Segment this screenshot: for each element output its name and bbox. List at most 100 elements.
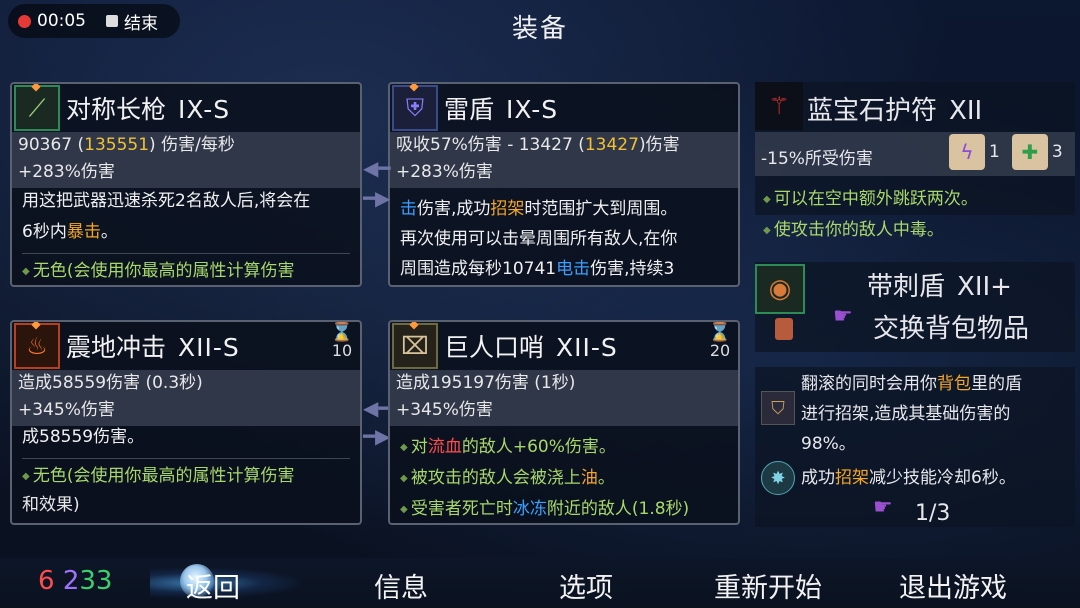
desc-text: 周围造成每秒10741 xyxy=(400,259,557,279)
item-description-2: 6秒内 xyxy=(22,222,67,242)
skill-text: 翻滚的同时会用你 xyxy=(801,374,937,394)
damage-bonus: +283%伤害 xyxy=(396,162,493,182)
brutality-count: 6 xyxy=(38,566,55,596)
desc-text: 再次使用可以击晕周围所有敌人,在你 xyxy=(400,229,678,249)
amulet-affix-double-jump: 可以在空中额外跳跃两次。 xyxy=(763,184,1067,215)
damage-unit: 伤害 xyxy=(645,135,680,155)
divider xyxy=(22,458,350,459)
damage-value: 造成58559伤害 (0.3秒) xyxy=(18,373,203,393)
item-name: 巨人口哨 xyxy=(444,333,545,362)
amulet-tier: XII xyxy=(949,96,983,126)
backpack-parry-icon: ⛉ xyxy=(761,391,795,425)
damage-value: 造成195197伤害 (1秒) xyxy=(396,373,576,393)
item-description-end: 。 xyxy=(100,222,118,242)
affix-text: 受害者死亡时 xyxy=(410,499,513,519)
equipment-card-quake[interactable]: ◆ ♨ 震地冲击 XII-S ⌛ 10 造成58559伤害 (0.3秒) +345%伤… xyxy=(10,320,362,525)
prev-page-cursor-icon[interactable]: ☛ xyxy=(873,495,893,520)
desc-text: 伤害,成功 xyxy=(417,199,491,219)
spike-shield-name: 带刺盾 xyxy=(867,272,946,302)
survival-count: 33 xyxy=(79,566,113,596)
page-indicator: 1/3 xyxy=(915,501,951,526)
affix-text: 被攻击的敌人会被浇上 xyxy=(410,468,581,488)
swap-arrow-right-icon: ━▶ xyxy=(363,424,391,448)
item-tier: IX-S xyxy=(178,95,231,124)
affix-colorless-cont: 和效果) xyxy=(22,495,80,515)
item-name: 震地冲击 xyxy=(66,333,167,362)
skill-text: 98%。 xyxy=(801,434,856,454)
swap-arrow-left-icon: ◀━ xyxy=(363,156,391,180)
spear-icon: ◆ ⟋ xyxy=(14,84,60,131)
back-button[interactable]: 返回 xyxy=(186,566,240,605)
affix-oil: 被攻击的敌人会被浇上油。 xyxy=(400,463,728,494)
item-name: 雷盾 xyxy=(444,95,495,124)
item-tier: XII-S xyxy=(556,333,618,362)
tactics-scroll-count: 1 xyxy=(989,142,1000,162)
amulet-name: 蓝宝石护符 xyxy=(807,96,938,126)
cooldown-value: 20 xyxy=(709,341,731,360)
hourglass-icon: ⌛ xyxy=(708,322,732,343)
damage-bonus: +345%伤害 xyxy=(18,400,115,420)
scroll-counts: 6 233 xyxy=(38,566,112,596)
cooldown-reduce-icon: ✸ xyxy=(761,461,795,495)
bottom-nav: 6 233 返回 信息 选项 重新开始 退出游戏 xyxy=(0,558,1080,608)
absorb-crit-value: 13427 xyxy=(584,135,639,155)
amulet-stat: -15%所受伤害 xyxy=(761,149,873,169)
survival-scroll-count: 3 xyxy=(1051,142,1063,162)
damage-bonus: +283%伤害 xyxy=(18,162,115,182)
affix-text: 对 xyxy=(410,437,428,457)
equipment-card-spear[interactable]: ◆ ⟋ 对称长枪 IX-S 90367 (135551) 伤害/每秒 +283%伤害… xyxy=(10,82,362,287)
shield-icon: ◆ ⛨ xyxy=(392,84,438,131)
dps-crit-value: 135551 xyxy=(84,135,150,155)
dps-value: 90367 xyxy=(18,135,73,155)
skill-info-panel: ⛉ 翻滚的同时会用你背包里的盾 进行招架,造成其基础伤害的 98%。 ✸ 成功招… xyxy=(755,367,1075,527)
options-button[interactable]: 选项 xyxy=(559,566,613,605)
affix-text: 附近的敌人(1.8秒) xyxy=(546,499,690,519)
divider xyxy=(22,253,350,254)
swap-backpack-button[interactable]: 交换背包物品 xyxy=(873,308,1029,345)
swap-arrow-left-icon: ◀━ xyxy=(363,396,391,420)
quit-game-button[interactable]: 退出游戏 xyxy=(899,566,1007,605)
keyword-parry: 招架 xyxy=(835,468,869,488)
cooldown-value: 10 xyxy=(331,341,353,360)
item-description: 用这把武器迅速杀死2名敌人后,将会在 xyxy=(22,191,311,211)
survival-scroll-icon: ✚ xyxy=(1011,134,1048,170)
keyword-bleed: 流血 xyxy=(427,437,462,457)
item-tier: XII-S xyxy=(178,333,240,362)
keyword-parry: 招架 xyxy=(490,199,525,219)
item-description: 成58559伤害。 xyxy=(22,427,145,447)
spike-shield-panel[interactable]: ◉ 带刺盾 XII+ ☛ 交换背包物品 xyxy=(755,262,1075,352)
info-button[interactable]: 信息 xyxy=(374,566,428,605)
whistle-icon: ◆ ⌧ xyxy=(392,322,438,369)
equipment-card-whistle[interactable]: ◆ ⌧ 巨人口哨 XII-S ⌛ 20 造成195197伤害 (1秒) +345%伤害… xyxy=(388,320,740,525)
damage-bonus: +345%伤害 xyxy=(396,400,493,420)
affix-text: 的敌人+60%伤害。 xyxy=(461,437,616,457)
skill-text: 减少技能冷却6秒。 xyxy=(869,468,1016,488)
tactics-scroll-icon: ϟ xyxy=(949,134,985,170)
keyword-crit: 暴击 xyxy=(66,222,101,242)
hand-cursor-icon: ☛ xyxy=(833,304,853,329)
skill-text: 成功 xyxy=(801,468,835,488)
quake-icon: ◆ ♨ xyxy=(14,322,60,369)
spike-shield-tier: XII+ xyxy=(957,272,1012,302)
spike-shield-icon: ◉ xyxy=(755,264,805,314)
item-name: 对称长枪 xyxy=(66,95,167,124)
affix-bleed: 对流血的敌人+60%伤害。 xyxy=(400,432,728,463)
swap-arrow-right-icon: ━▶ xyxy=(363,186,391,210)
keyword-oil: 油 xyxy=(580,468,598,488)
keyword-shock: 电击 xyxy=(556,259,591,279)
keyword-backpack: 背包 xyxy=(937,374,971,394)
equipment-card-thunder-shield[interactable]: ◆ ⛨ 雷盾 IX-S 吸收57%伤害 - 13427 (13427)伤害 +283… xyxy=(388,82,740,287)
affix-text: 。 xyxy=(597,468,615,488)
skill-text: 里的盾 xyxy=(971,374,1022,394)
affix-freeze: 受害者死亡时冰冻附近的敌人(1.8秒) xyxy=(400,494,728,523)
affix-colorless: 无色(会使用你最高的属性计算伤害 xyxy=(22,258,350,285)
amulet-affix-poison: 使攻击你的敌人中毒。 xyxy=(763,215,1067,246)
dps-unit: 伤害/每秒 xyxy=(161,135,235,155)
keyword-shock: 击 xyxy=(400,199,417,219)
hourglass-icon: ⌛ xyxy=(330,322,354,343)
tactics-count: 2 xyxy=(62,566,80,596)
item-tier: IX-S xyxy=(506,95,559,124)
character-head-icon xyxy=(775,318,793,340)
restart-button[interactable]: 重新开始 xyxy=(714,566,822,605)
keyword-freeze: 冰冻 xyxy=(512,499,547,519)
